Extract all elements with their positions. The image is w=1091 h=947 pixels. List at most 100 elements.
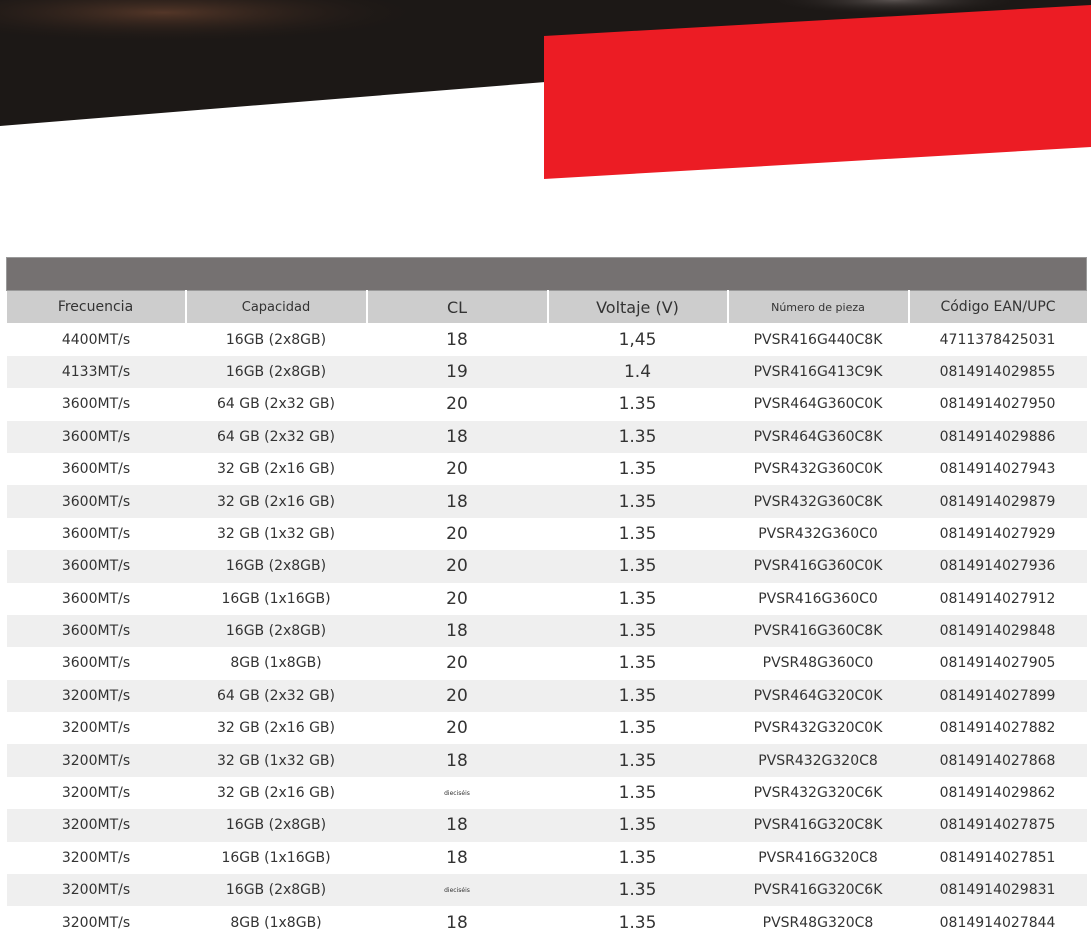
header-codigo-ean-upc: Código EAN/UPC (908, 290, 1087, 324)
capacidad-cell: 16GB (1x16GB) (185, 841, 367, 875)
table-row: 3600MT/s 32 GB (2x16 GB) 20 1.35 PVSR432G360… (6, 452, 1087, 486)
cl-cell: 18 (366, 420, 548, 453)
cl-cell: 20 (366, 550, 548, 583)
cl-cell: 19 (366, 355, 548, 389)
frecuencia-cell: 3600MT/s (6, 582, 186, 615)
capacidad-cell: 16GB (2x8GB) (185, 614, 367, 648)
cl-cell: 20 (366, 388, 548, 421)
frecuencia-cell: 3200MT/s (6, 679, 186, 713)
numero-de-pieza-cell: PVSR432G320C6K (727, 776, 909, 810)
table-row: 3600MT/s 32 GB (1x32 GB) 20 1.35 PVSR432G360… (6, 517, 1087, 551)
cl-cell: 18 (366, 906, 548, 939)
codigo-ean-upc-cell: 0814914029886 (908, 420, 1087, 453)
codigo-ean-upc-cell: 0814914027929 (908, 517, 1087, 551)
capacidad-cell: 32 GB (2x16 GB) (185, 776, 367, 810)
codigo-ean-upc-cell: 0814914027868 (908, 744, 1087, 777)
frecuencia-cell: 3600MT/s (6, 388, 186, 421)
capacidad-cell: 16GB (2x8GB) (185, 874, 367, 907)
codigo-ean-upc-cell: 0814914029848 (908, 614, 1087, 648)
capacidad-cell: 32 GB (2x16 GB) (185, 452, 367, 486)
numero-de-pieza-cell: PVSR464G360C0K (727, 388, 909, 421)
table-title (5, 256, 1088, 292)
numero-de-pieza-cell: PVSR48G320C8 (727, 906, 909, 939)
frecuencia-cell: 3600MT/s (6, 647, 186, 680)
cl-cell: 20 (366, 712, 548, 745)
table-row: 4400MT/s 16GB (2x8GB) 18 1,45 PVSR416G440C8K… (6, 323, 1087, 356)
table-row: 3600MT/s 32 GB (2x16 GB) 18 1.35 PVSR432G360… (6, 485, 1087, 518)
capacidad-cell: 32 GB (1x32 GB) (185, 744, 367, 777)
cl-cell: 20 (366, 647, 548, 680)
capacidad-cell: 8GB (1x8GB) (185, 906, 367, 939)
numero-de-pieza-cell: PVSR432G360C0 (727, 517, 909, 551)
numero-de-pieza-cell: PVSR416G320C8 (727, 841, 909, 875)
frecuencia-cell: 3200MT/s (6, 744, 186, 777)
voltaje-cell: 1.35 (547, 420, 728, 453)
codigo-ean-upc-cell: 0814914027912 (908, 582, 1087, 615)
table-row: 4133MT/s 16GB (2x8GB) 19 1.4 PVSR416G413C9K 0… (6, 355, 1087, 389)
header-numero-de-pieza: Número de pieza (727, 290, 910, 324)
table-body: 4400MT/s 16GB (2x8GB) 18 1,45 PVSR416G440C8K… (6, 323, 1087, 939)
codigo-ean-upc-cell: 0814914029879 (908, 485, 1087, 518)
numero-de-pieza-cell: PVSR464G320C0K (727, 679, 909, 713)
voltaje-cell: 1.35 (547, 485, 728, 518)
hero-banner (0, 0, 1091, 200)
codigo-ean-upc-cell: 0814914027882 (908, 712, 1087, 745)
frecuencia-cell: 3600MT/s (6, 614, 186, 648)
header-capacidad: Capacidad (185, 290, 368, 324)
cl-cell: 20 (366, 679, 548, 713)
frecuencia-cell: 3200MT/s (6, 841, 186, 875)
voltaje-cell: 1.35 (547, 550, 728, 583)
capacidad-cell: 32 GB (1x32 GB) (185, 517, 367, 551)
voltaje-cell: 1.35 (547, 582, 728, 615)
numero-de-pieza-cell: PVSR416G320C8K (727, 809, 909, 842)
frecuencia-cell: 3600MT/s (6, 517, 186, 551)
frecuencia-cell: 3600MT/s (6, 452, 186, 486)
codigo-ean-upc-cell: 0814914027851 (908, 841, 1087, 875)
numero-de-pieza-cell: PVSR416G360C8K (727, 614, 909, 648)
frecuencia-cell: 3200MT/s (6, 809, 186, 842)
frecuencia-cell: 3200MT/s (6, 776, 186, 810)
codigo-ean-upc-cell: 0814914029831 (908, 874, 1087, 907)
voltaje-cell: 1.35 (547, 906, 728, 939)
numero-de-pieza-cell: PVSR432G360C8K (727, 485, 909, 518)
frecuencia-cell: 3200MT/s (6, 712, 186, 745)
table-header-row: Frecuencia Capacidad CL Voltaje (V) Núme… (6, 290, 1087, 324)
numero-de-pieza-cell: PVSR464G360C8K (727, 420, 909, 453)
header-cl: CL (366, 290, 549, 324)
cl-cell: 18 (366, 323, 548, 356)
voltaje-cell: 1.4 (547, 355, 728, 389)
voltaje-cell: 1.35 (547, 841, 728, 875)
numero-de-pieza-cell: PVSR416G360C0K (727, 550, 909, 583)
voltaje-cell: 1.35 (547, 517, 728, 551)
header-frecuencia: Frecuencia (6, 290, 187, 324)
codigo-ean-upc-cell: 4711378425031 (908, 323, 1087, 356)
table-row: 3600MT/s 8GB (1x8GB) 20 1.35 PVSR48G360C0 081… (6, 647, 1087, 680)
spec-table: Frecuencia Capacidad CL Voltaje (V) Núme… (5, 256, 1088, 939)
voltaje-cell: 1.35 (547, 712, 728, 745)
voltaje-cell: 1.35 (547, 452, 728, 486)
capacidad-cell: 16GB (2x8GB) (185, 809, 367, 842)
voltaje-cell: 1.35 (547, 614, 728, 648)
table-row: 3200MT/s 8GB (1x8GB) 18 1.35 PVSR48G320C8 081… (6, 906, 1087, 939)
table-row: 3200MT/s 16GB (1x16GB) 18 1.35 PVSR416G320C8… (6, 841, 1087, 875)
table-row: 3600MT/s 64 GB (2x32 GB) 18 1.35 PVSR464G360… (6, 420, 1087, 453)
table-row: 3600MT/s 16GB (2x8GB) 18 1.35 PVSR416G360C8K… (6, 614, 1087, 648)
hero-graphic (0, 0, 1091, 179)
codigo-ean-upc-cell: 0814914027936 (908, 550, 1087, 583)
frecuencia-cell: 3200MT/s (6, 906, 186, 939)
voltaje-cell: 1.35 (547, 744, 728, 777)
frecuencia-cell: 3600MT/s (6, 420, 186, 453)
codigo-ean-upc-cell: 0814914027950 (908, 388, 1087, 421)
table-row: 3200MT/s 64 GB (2x32 GB) 20 1.35 PVSR464G320… (6, 679, 1087, 713)
cl-cell: dieciséis (366, 874, 548, 907)
codigo-ean-upc-cell: 0814914027875 (908, 809, 1087, 842)
table-row: 3200MT/s 32 GB (1x32 GB) 18 1.35 PVSR432G320… (6, 744, 1087, 777)
cl-cell: 18 (366, 485, 548, 518)
table-row: 3200MT/s 16GB (2x8GB) 18 1.35 PVSR416G320C8K… (6, 809, 1087, 842)
frecuencia-cell: 3200MT/s (6, 874, 186, 907)
cl-cell: 18 (366, 841, 548, 875)
cl-cell: 20 (366, 582, 548, 615)
cl-cell: dieciséis (366, 776, 548, 810)
voltaje-cell: 1.35 (547, 809, 728, 842)
codigo-ean-upc-cell: 0814914029855 (908, 355, 1087, 389)
